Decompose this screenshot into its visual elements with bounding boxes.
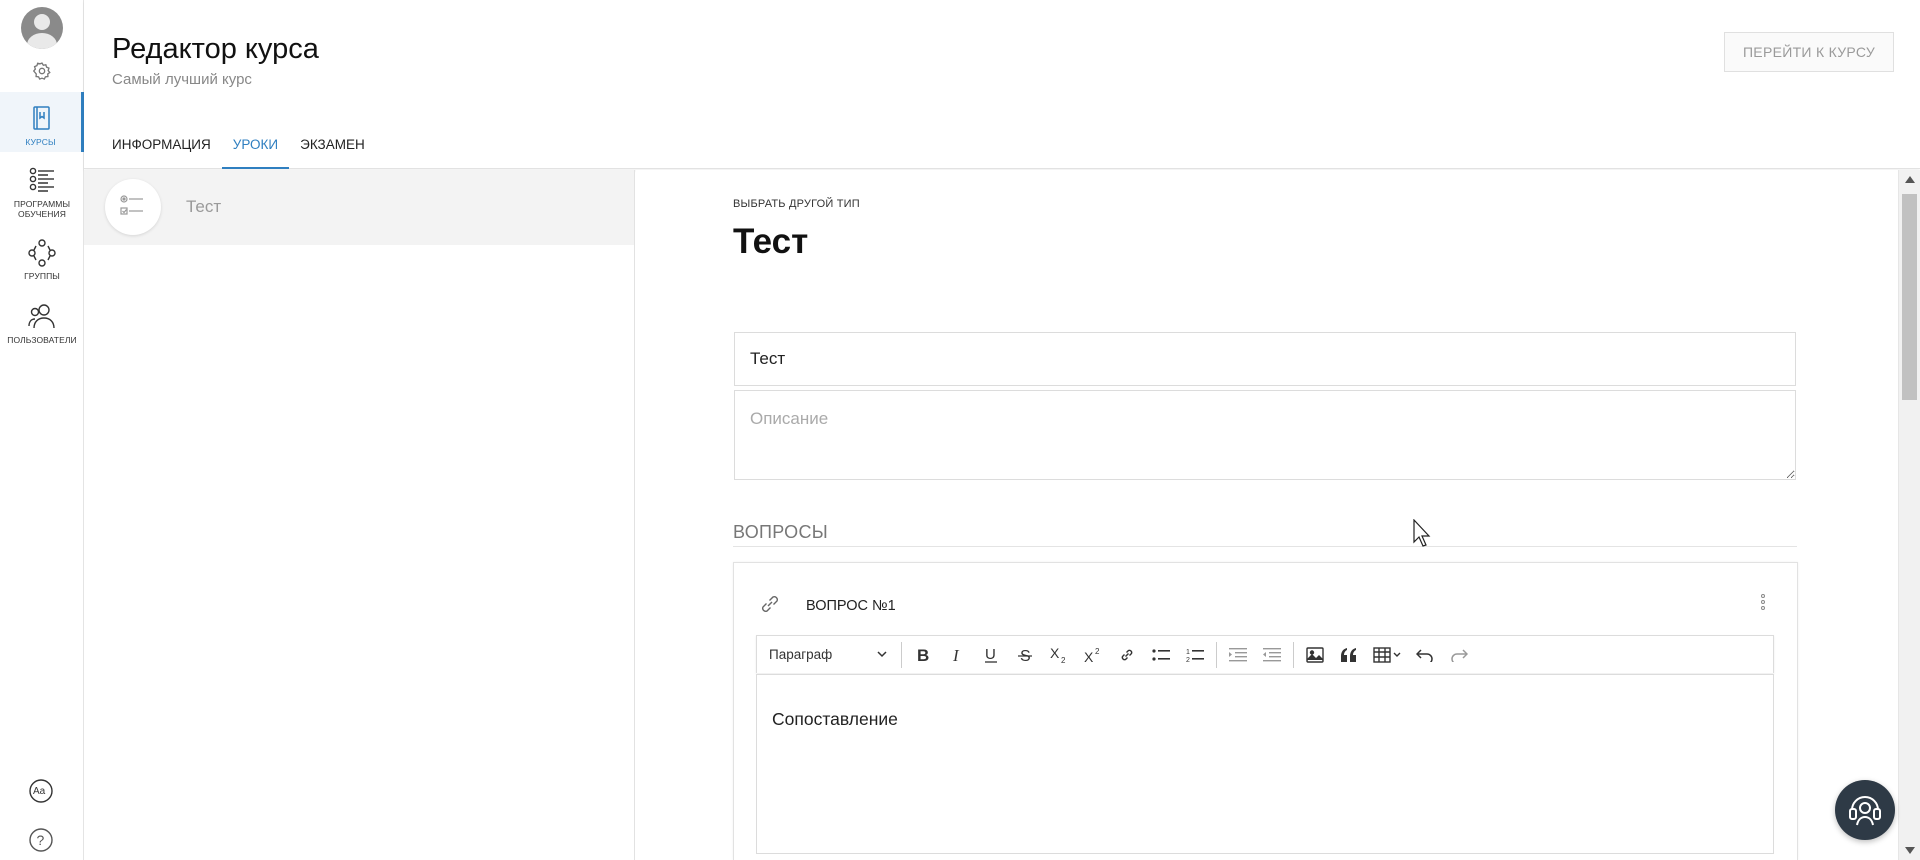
course-name: Самый лучший курс [112, 71, 252, 88]
support-chat-button[interactable] [1835, 780, 1895, 840]
lesson-title-input[interactable] [734, 332, 1796, 386]
question-label: ВОПРОС №1 [806, 598, 896, 614]
lesson-title: Тест [733, 222, 809, 261]
tab-information[interactable]: ИНФОРМАЦИЯ [112, 128, 222, 169]
editor-toolbar: Параграф B I U S X2 X2 12 [756, 635, 1774, 673]
blockquote-button[interactable] [1332, 637, 1366, 673]
scroll-thumb[interactable] [1902, 194, 1917, 400]
bulleted-list-button[interactable] [1144, 637, 1178, 673]
tab-lessons[interactable]: УРОКИ [221, 128, 290, 169]
scroll-down-arrow[interactable] [1905, 847, 1915, 854]
checklist-icon [29, 167, 54, 192]
link-button[interactable] [1110, 637, 1144, 673]
lesson-name: Тест [186, 197, 222, 216]
svg-text:2: 2 [1061, 656, 1066, 663]
question-text-editor[interactable]: Сопоставление [756, 674, 1774, 854]
lesson-item[interactable]: Тест [84, 170, 634, 245]
change-type-link[interactable]: ВЫБРАТЬ ДРУГОЙ ТИП [733, 198, 860, 210]
mouse-cursor-icon [1413, 519, 1431, 547]
questions-heading: ВОПРОСЫ [733, 522, 828, 542]
svg-text:B: B [917, 647, 929, 663]
sidebar-item-users[interactable]: ПОЛЬЗОВАТЕЛИ [0, 302, 84, 345]
superscript-button[interactable]: X2 [1076, 637, 1110, 673]
svg-text:U: U [985, 646, 996, 663]
lessons-panel: Тест [84, 170, 635, 860]
italic-button[interactable]: I [940, 637, 974, 673]
tab-exam[interactable]: ЭКЗАМЕН [289, 128, 376, 169]
insert-table-button[interactable] [1366, 637, 1408, 673]
sidebar-item-courses[interactable]: КУРСЫ [0, 92, 84, 152]
page-title: Редактор курса [112, 33, 319, 65]
headset-icon [1849, 796, 1881, 826]
svg-text:2: 2 [1095, 647, 1100, 656]
users-icon [28, 304, 55, 329]
question-card: ВОПРОС №1 Параграф B I U S X2 X2 12 Сопо… [733, 562, 1798, 860]
vertical-scrollbar[interactable] [1898, 170, 1920, 860]
sidebar-item-label: КУРСЫ [25, 137, 56, 147]
sidebar-item-label: ПРОГРАММЫ ОБУЧЕНИЯ [13, 199, 71, 219]
help-icon[interactable]: ? [28, 827, 54, 853]
lesson-editor: ВЫБРАТЬ ДРУГОЙ ТИП Тест ВОПРОСЫ ВОПРОС №… [636, 170, 1898, 860]
bold-button[interactable]: B [906, 637, 940, 673]
sidebar-item-label: ГРУППЫ [24, 271, 60, 281]
insert-image-button[interactable] [1298, 637, 1332, 673]
page-header: Редактор курса Самый лучший курс ПЕРЕЙТИ… [84, 0, 1920, 169]
svg-text:Aa: Aa [33, 786, 46, 797]
outdent-button[interactable] [1255, 637, 1289, 673]
scroll-up-arrow[interactable] [1905, 176, 1915, 183]
underline-button[interactable]: U [974, 637, 1008, 673]
svg-text:1: 1 [1186, 649, 1190, 656]
chevron-down-icon [877, 650, 887, 657]
sidebar-item-label: ПОЛЬЗОВАТЕЛИ [7, 335, 77, 345]
svg-text:?: ? [37, 832, 45, 848]
svg-text:X: X [1050, 647, 1060, 661]
indent-button[interactable] [1221, 637, 1255, 673]
tab-bar: ИНФОРМАЦИЯ УРОКИ ЭКЗАМЕН [112, 128, 376, 169]
link-icon[interactable] [758, 592, 782, 616]
left-sidebar: КУРСЫ ПРОГРАММЫ ОБУЧЕНИЯ ГРУППЫ ПОЛЬЗОВА… [0, 0, 84, 860]
format-label: Параграф [769, 646, 833, 662]
gear-icon[interactable] [32, 61, 52, 81]
test-icon [105, 179, 161, 235]
divider [733, 546, 1797, 547]
book-icon [32, 106, 50, 130]
subscript-button[interactable]: X2 [1042, 637, 1076, 673]
description-field[interactable] [734, 390, 1796, 480]
redo-button[interactable] [1442, 637, 1476, 673]
toolbar-separator [1216, 641, 1217, 668]
more-options-icon[interactable] [1761, 594, 1767, 616]
strikethrough-button[interactable]: S [1008, 637, 1042, 673]
svg-text:I: I [952, 647, 960, 663]
sidebar-item-programs[interactable]: ПРОГРАММЫ ОБУЧЕНИЯ [0, 166, 84, 219]
sidebar-item-groups[interactable]: ГРУППЫ [0, 238, 84, 281]
svg-text:2: 2 [1186, 657, 1190, 663]
svg-text:X: X [1084, 649, 1094, 663]
go-to-course-button[interactable]: ПЕРЕЙТИ К КУРСУ [1724, 32, 1894, 72]
toolbar-separator [901, 641, 902, 668]
group-icon [28, 239, 56, 267]
question-text: Сопоставление [772, 709, 898, 729]
numbered-list-button[interactable]: 12 [1178, 637, 1212, 673]
font-settings-icon[interactable]: Aa [28, 778, 54, 804]
toolbar-separator [1293, 641, 1294, 668]
user-avatar[interactable] [21, 7, 63, 49]
paragraph-format-select[interactable]: Параграф [757, 637, 897, 673]
undo-button[interactable] [1408, 637, 1442, 673]
